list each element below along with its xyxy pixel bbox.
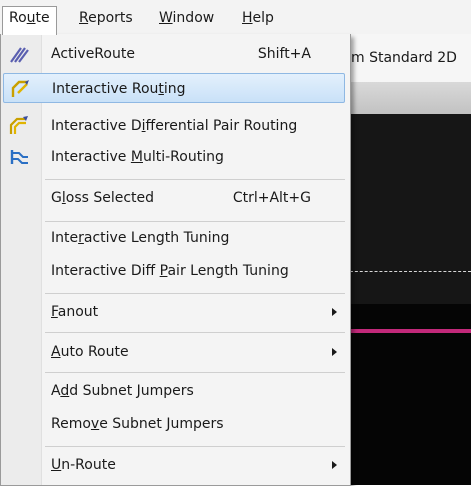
menu-route-label: Ro [9,10,27,26]
interactive-routing-icon [10,79,30,99]
menu-route[interactable]: Route [2,6,57,35]
menu-item-fanout[interactable]: Fanout [3,297,345,327]
menu-item-label: Interactive Routing [52,81,186,97]
menu-item-shortcut: Ctrl+Alt+G [232,190,311,206]
menu-item-label: Remove Subnet Jumpers [51,416,224,432]
submenu-arrow-icon [332,308,337,316]
menu-item-label: ActiveRoute [51,46,135,62]
menu-help[interactable]: Help [236,7,280,29]
menu-item-label: Interactive Multi-Routing [51,149,224,165]
menu-item-interactive-multi-routing[interactable]: Interactive Multi-Routing [3,142,345,172]
menu-reports[interactable]: Reports [73,7,139,29]
menu-separator [45,221,345,222]
active-route-icon [9,44,29,64]
menu-item-remove-subnet-jumpers[interactable]: Remove Subnet Jumpers [3,409,345,439]
submenu-arrow-icon [332,348,337,356]
selection-dashed-line [345,271,471,272]
menu-item-label: Auto Route [51,344,129,360]
menu-reports-mnemonic: R [79,10,89,26]
multi-routing-icon [9,147,29,167]
menu-item-interactive-diff-pair-routing[interactable]: Interactive Differential Pair Routing [3,111,345,141]
layer-set-combo[interactable]: m Standard 2D [351,50,457,66]
menu-separator [45,372,345,373]
menu-item-label: Interactive Diff Pair Length Tuning [51,263,289,279]
menu-item-label: Un-Route [51,457,116,473]
pcb-canvas-top[interactable] [345,114,471,304]
menu-item-interactive-diff-pair-length-tuning[interactable]: Interactive Diff Pair Length Tuning [3,256,345,286]
menu-item-interactive-routing[interactable]: Interactive Routing [3,73,345,103]
submenu-arrow-icon [332,461,337,469]
menu-separator [45,332,345,333]
app-background: m Standard 2D [345,34,471,485]
menu-separator [45,179,345,180]
menu-item-shortcut: Shift+A [257,46,311,62]
menu-item-gloss-selected[interactable]: Gloss Selected Ctrl+Alt+G [3,183,345,213]
menu-item-add-subnet-jumpers[interactable]: Add Subnet Jumpers [3,376,345,406]
route-dropdown-menu: ActiveRoute Shift+A Interactive Routing … [0,34,351,486]
menu-item-activeroute[interactable]: ActiveRoute Shift+A [3,39,345,69]
menu-window-mnemonic: W [159,10,173,26]
menu-help-mnemonic: H [242,10,253,26]
menu-item-interactive-length-tuning[interactable]: Interactive Length Tuning [3,223,345,253]
menu-item-label: Add Subnet Jumpers [51,383,194,399]
menu-window-label: indow [172,10,215,26]
menu-item-label: Interactive Length Tuning [51,230,230,246]
menu-item-auto-route[interactable]: Auto Route [3,337,345,367]
menu-route-mnemonic: u [26,10,36,26]
pcb-track [345,329,471,333]
document-tab-strip [345,82,471,114]
menu-item-label: Fanout [51,304,99,320]
menu-window[interactable]: Window [153,7,220,29]
menu-reports-label: eports [88,10,133,26]
menu-item-un-route[interactable]: Un-Route [3,450,345,480]
menu-item-label: Gloss Selected [51,190,155,206]
menu-route-label-rest: te [35,10,50,26]
toolbar-strip: m Standard 2D [345,34,471,82]
menu-bar: Route Reports Window Help [0,0,471,35]
menu-separator [45,446,345,447]
menu-separator [45,293,345,294]
diff-pair-routing-icon [9,116,29,136]
menu-help-label: elp [252,10,274,26]
menu-item-label: Interactive Differential Pair Routing [51,118,298,134]
